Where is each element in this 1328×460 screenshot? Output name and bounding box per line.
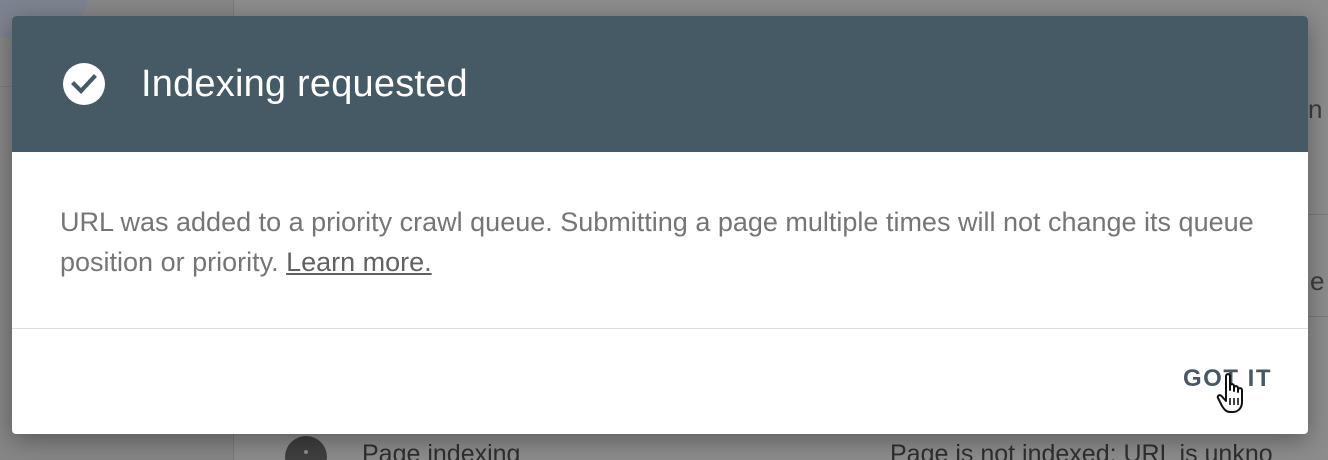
dialog-body: URL was added to a priority crawl queue.…	[12, 152, 1308, 328]
learn-more-link[interactable]: Learn more.	[286, 247, 432, 277]
dialog-header: Indexing requested	[12, 16, 1308, 152]
indexing-dialog: Indexing requested URL was added to a pr…	[12, 16, 1308, 434]
dialog-title: Indexing requested	[141, 62, 468, 105]
bg-row-label: Page indexing	[362, 440, 521, 460]
info-icon	[285, 436, 327, 460]
dialog-message: URL was added to a priority crawl queue.…	[60, 207, 1254, 277]
bg-text-fragment: e	[1310, 266, 1325, 296]
check-circle-icon	[63, 63, 105, 105]
hand-pointer-icon	[1216, 373, 1243, 413]
bg-text-fragment: n	[1308, 94, 1323, 124]
bg-row-status: Page is not indexed: URL is unkno	[890, 440, 1273, 460]
dialog-actions: GOT IT	[12, 329, 1308, 434]
